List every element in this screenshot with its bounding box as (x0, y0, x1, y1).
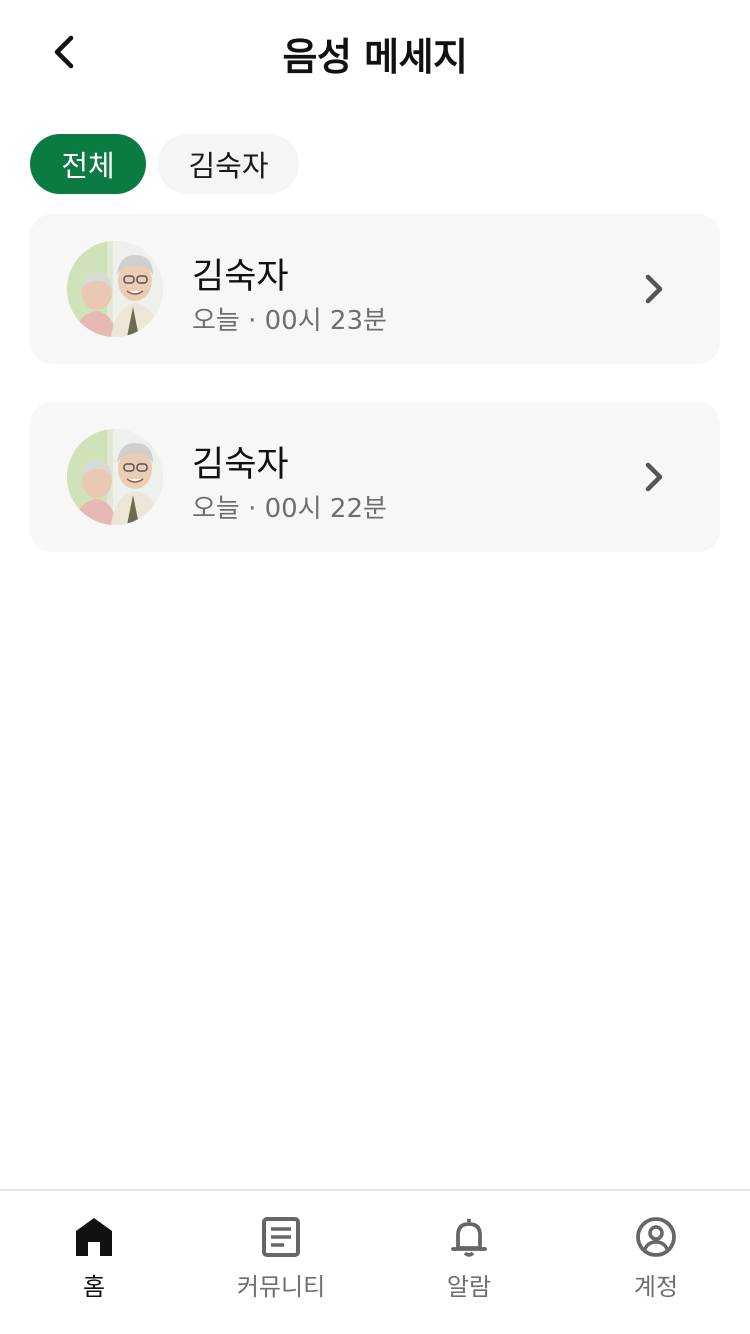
nav-community-label: 커뮤니티 (236, 1273, 326, 1301)
voice-message-item[interactable]: 김숙자 오늘 · 00시 22분 (30, 402, 720, 552)
document-icon (262, 1217, 300, 1257)
nav-home[interactable]: 홈 (0, 1191, 188, 1334)
sender-name: 김숙자 (192, 257, 289, 297)
voice-message-list: 김숙자 오늘 · 00시 23분 김숙자 오늘 · 00시 22분 (30, 214, 720, 590)
voice-message-item[interactable]: 김숙자 오늘 · 00시 23분 (30, 214, 720, 364)
filter-chips: 전체 김숙자 (30, 134, 299, 194)
home-icon (76, 1218, 112, 1256)
filter-chip-person[interactable]: 김숙자 (158, 134, 299, 194)
page-title: 음성 메세지 (282, 35, 468, 79)
filter-chip-all[interactable]: 전체 (30, 134, 146, 194)
nav-alarm-label: 알람 (446, 1273, 492, 1301)
message-timestamp: 오늘 · 00시 23분 (192, 306, 387, 336)
chevron-right-icon (645, 462, 663, 492)
avatar (67, 429, 163, 525)
sender-name: 김숙자 (192, 445, 289, 485)
nav-account-label: 계정 (633, 1273, 679, 1301)
header: 음성 메세지 (0, 0, 750, 106)
avatar (67, 241, 163, 337)
message-timestamp: 오늘 · 00시 22분 (192, 494, 387, 524)
chevron-right-icon (645, 274, 663, 304)
account-icon (636, 1217, 676, 1257)
nav-home-label: 홈 (82, 1273, 106, 1301)
nav-alarm[interactable]: 알람 (375, 1191, 563, 1334)
bottom-navigation: 홈 커뮤니티 알람 계정 (0, 1189, 750, 1334)
nav-account[interactable]: 계정 (562, 1191, 750, 1334)
nav-community[interactable]: 커뮤니티 (187, 1191, 375, 1334)
bell-icon (451, 1219, 487, 1257)
